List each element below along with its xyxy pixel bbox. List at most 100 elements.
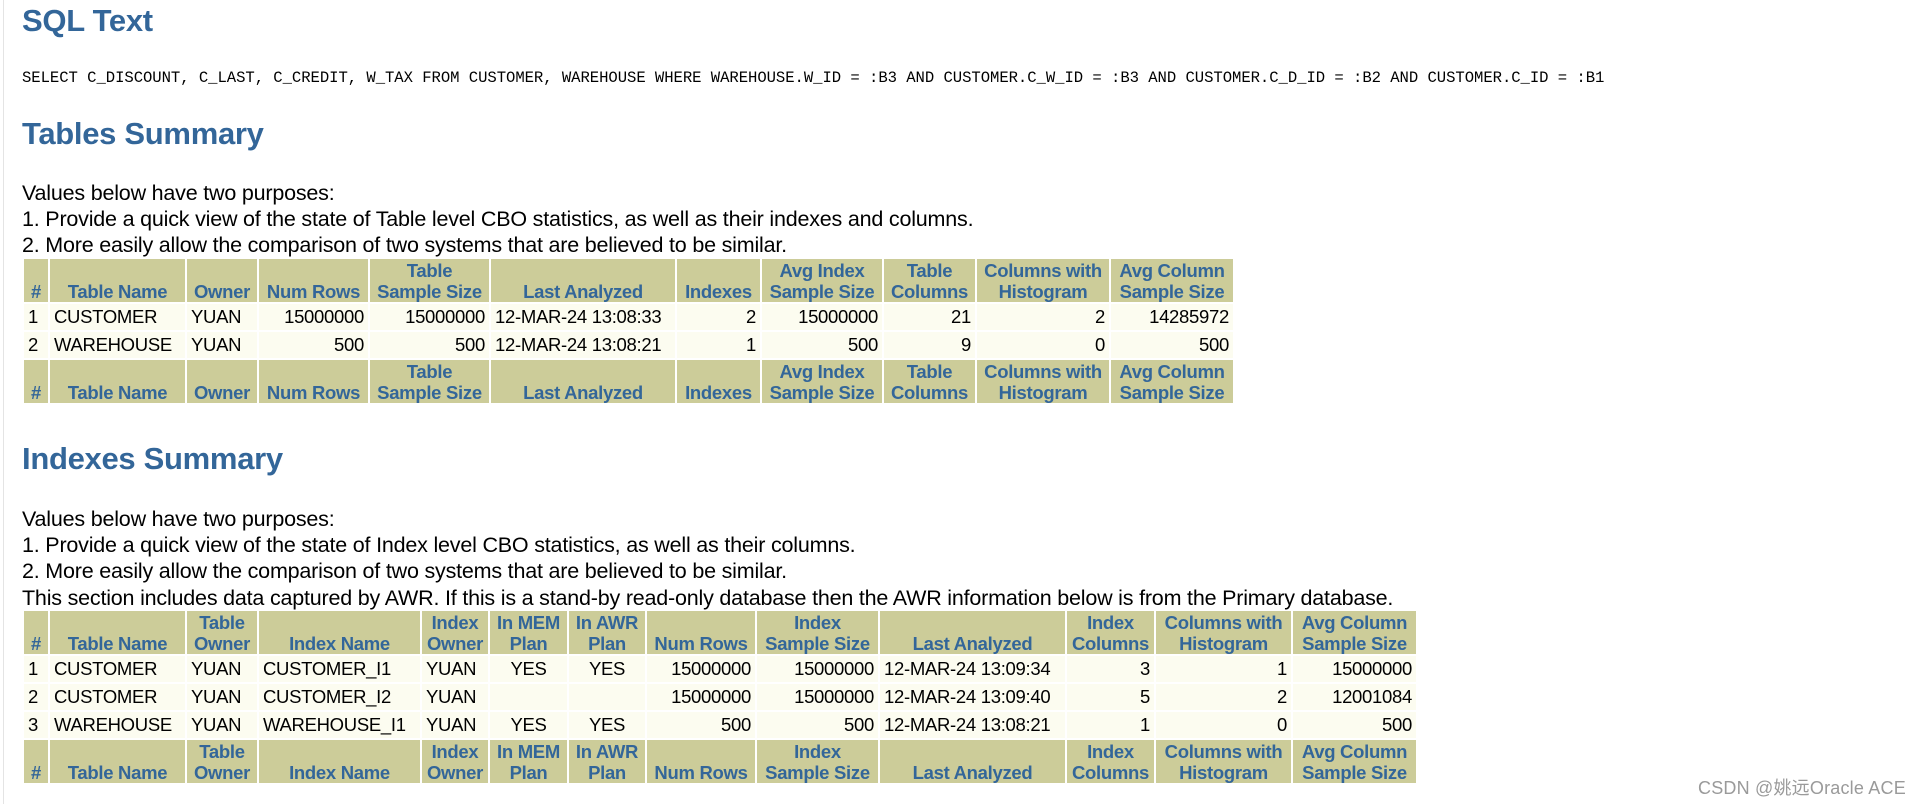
column-header: Indexes (677, 259, 760, 302)
column-header-line (680, 261, 757, 282)
table-cell: 3 (1067, 656, 1154, 682)
table-cell: 14285972 (1111, 304, 1233, 330)
table-cell (490, 684, 567, 710)
column-header: Last Analyzed (880, 740, 1065, 783)
column-header-line: Index (431, 741, 479, 762)
indexes-summary-heading: Indexes Summary (22, 441, 283, 476)
column-header: Table Owner (187, 611, 257, 654)
table-cell: YUAN (187, 656, 257, 682)
tables-summary-table: # Table Name Owner Num Rows Table Sample S… (22, 257, 1235, 405)
top-header-row: # Table Name Owner Num Rows Table Sample S… (24, 259, 1233, 302)
column-header-line: Histogram (998, 381, 1088, 403)
description-line: 2. More easily allow the comparison of t… (22, 233, 787, 258)
column-header: Last Analyzed (880, 611, 1065, 654)
column-header-line: Sample Size (765, 632, 870, 654)
column-header-line: Num Rows (266, 280, 361, 302)
column-header-line: Table (199, 741, 245, 762)
column-header-line (262, 742, 417, 763)
column-header-line (883, 613, 1062, 634)
column-header: Columns with Histogram (1156, 611, 1291, 654)
table-row: 1 CUSTOMER YUAN 15000000 15000000 12-MAR-24 1… (24, 304, 1233, 330)
table-cell: 1 (1156, 656, 1291, 682)
description-line: This section includes data captured by A… (22, 585, 1394, 610)
table-cell: 3 (24, 712, 48, 738)
column-header-line: Avg Column (1301, 612, 1408, 633)
description-line: 2. More easily allow the comparison of t… (22, 559, 787, 584)
tables-summary-heading: Tables Summary (22, 116, 264, 151)
table-cell: 500 (1293, 712, 1416, 738)
table-cell: 2 (677, 304, 760, 330)
table-cell: 15000000 (647, 656, 755, 682)
column-header-line: Columns (1071, 632, 1150, 654)
table-row: 3 WAREHOUSE YUAN WAREHOUSE_I1 YUAN YES YES 500 5… (24, 712, 1416, 738)
table-cell: YES (569, 712, 645, 738)
column-header-line: Table Name (67, 632, 168, 654)
column-header-line: Histogram (1179, 632, 1268, 654)
column-header-line: In AWR (575, 741, 639, 762)
column-header: Num Rows (259, 360, 368, 403)
column-header: Index Name (259, 611, 420, 654)
table-cell: WAREHOUSE (50, 332, 185, 358)
sql-text-heading: SQL Text (22, 3, 153, 38)
table-cell: 1 (1067, 712, 1154, 738)
column-header: Columns with Histogram (977, 360, 1109, 403)
table-cell: YES (569, 656, 645, 682)
column-header: Num Rows (647, 740, 755, 783)
bottom-header-row: # Table Name Owner Num Rows Table Sample S… (24, 360, 1233, 403)
column-header-line: # (31, 381, 41, 403)
table-cell: 500 (1111, 332, 1233, 358)
column-header-line (650, 613, 752, 634)
column-header-line: Index Name (289, 761, 390, 783)
column-header-line: Table Name (67, 280, 168, 302)
table-cell: 12001084 (1293, 684, 1416, 710)
column-header: Avg Column Sample Size (1111, 259, 1233, 302)
column-header-line: Owner (193, 381, 251, 403)
table-cell: 500 (647, 712, 755, 738)
column-header: # (24, 259, 48, 302)
tables-summary-description: Values below have two purposes: 1. Provi… (22, 180, 974, 259)
table-cell: 15000000 (259, 304, 368, 330)
sql-statement: SELECT C_DISCOUNT, C_LAST, C_CREDIT, W_T… (22, 69, 1605, 87)
table-cell: WAREHOUSE (50, 712, 185, 738)
column-header-line: Avg Index (779, 260, 865, 281)
column-header-line: Columns (890, 280, 969, 302)
column-header: Avg Column Sample Size (1293, 611, 1416, 654)
table-cell: 12-MAR-24 13:09:34 (880, 656, 1065, 682)
top-header-row: # Table Name Table Owner Index Name Index Ow… (24, 611, 1416, 654)
column-header-line: Columns (890, 381, 969, 403)
column-header: Columns with Histogram (977, 259, 1109, 302)
column-header-line: Owner (193, 632, 251, 654)
column-header-line: # (31, 761, 41, 783)
column-header-line: Avg Index (779, 361, 865, 382)
column-header: Index Name (259, 740, 420, 783)
indexes-summary-description: Values below have two purposes: 1. Provi… (22, 506, 1393, 611)
column-header: Indexes (677, 360, 760, 403)
column-header: Table Owner (187, 740, 257, 783)
description-line: 1. Provide a quick view of the state of … (22, 533, 856, 558)
table-row: 1 CUSTOMER YUAN CUSTOMER_I1 YUAN YES YES 150000… (24, 656, 1416, 682)
column-header-line (53, 261, 182, 282)
table-cell: CUSTOMER (50, 304, 185, 330)
column-header-line: Sample Size (769, 381, 875, 403)
column-header-line: Columns with (1164, 741, 1283, 762)
table-cell: 0 (1156, 712, 1291, 738)
column-header: Table Name (50, 360, 185, 403)
column-header-line (494, 362, 672, 383)
table-cell: 12-MAR-24 13:08:21 (491, 332, 675, 358)
table-cell: 1 (677, 332, 760, 358)
table-cell: CUSTOMER_I1 (259, 656, 420, 682)
table-cell: CUSTOMER_I2 (259, 684, 420, 710)
table-cell: 2 (24, 684, 48, 710)
table-cell: 2 (977, 304, 1109, 330)
column-header-line: Columns with (984, 260, 1102, 281)
column-header-line: Owner (426, 761, 484, 783)
page-left-border (3, 0, 4, 804)
column-header: # (24, 611, 48, 654)
column-header: Table Columns (884, 259, 975, 302)
column-header: Avg Index Sample Size (762, 259, 882, 302)
column-header-line (262, 362, 365, 383)
column-header-line: Histogram (1179, 761, 1268, 783)
column-header: Index Owner (422, 611, 488, 654)
table-cell: 12-MAR-24 13:08:21 (880, 712, 1065, 738)
column-header-line: Columns with (984, 361, 1102, 382)
